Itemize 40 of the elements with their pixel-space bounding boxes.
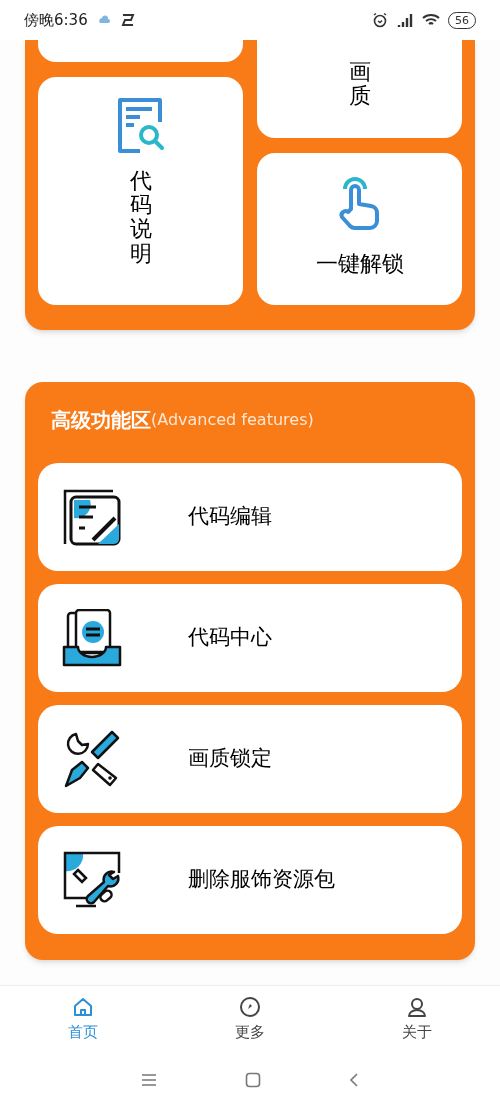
tile[interactable]: 代码说明 [38, 77, 243, 305]
menu-icon[interactable] [141, 1072, 157, 1087]
feature-row[interactable]: 代码编辑 [38, 463, 462, 571]
feature-label: 画质锁定 [188, 745, 272, 773]
feature-label: 删除服饰资源包 [188, 866, 335, 894]
back-icon[interactable] [349, 1071, 359, 1088]
tile[interactable]: 画质 [257, 40, 462, 138]
status-time: 傍晚6:36 [24, 9, 88, 31]
nav-label: 关于 [401, 1022, 432, 1044]
alarm-icon [372, 12, 388, 28]
nav-tab[interactable]: 首页 [0, 986, 167, 1060]
nav-label: 首页 [68, 1022, 99, 1044]
nav-tab[interactable]: 关于 [333, 986, 500, 1060]
user-icon [405, 996, 428, 1019]
nav-tab[interactable]: 更多 [166, 986, 334, 1060]
nav-label: 更多 [235, 1022, 265, 1044]
tile-label: 一键解锁 [315, 250, 404, 278]
cloud-icon [97, 14, 110, 26]
section-subtitle: (Advanced features) [151, 408, 314, 431]
tile-label: 画质 [348, 60, 371, 111]
tile-label: 代码说明 [129, 169, 152, 266]
feature-label: 代码编辑 [188, 503, 272, 531]
feature-row[interactable]: 画质锁定 [38, 705, 462, 813]
feature-row[interactable]: 删除服饰资源包 [38, 826, 462, 934]
wifi-icon [422, 13, 440, 27]
section-title: 高级功能区 [51, 406, 151, 434]
feature-label: 代码中心 [188, 624, 272, 652]
edit-document-icon [62, 488, 122, 546]
home-square-icon[interactable] [245, 1071, 261, 1088]
signal-icon [396, 12, 414, 28]
document-search-icon [115, 97, 166, 155]
home-icon [72, 996, 95, 1019]
app-notification-icon [119, 13, 136, 27]
wrench-screwdriver-icon [62, 730, 122, 788]
feature-row[interactable]: 代码中心 [38, 584, 462, 692]
monitor-wrench-icon [62, 850, 122, 910]
tile[interactable]: 一键解锁 [257, 153, 462, 305]
compass-icon [239, 996, 261, 1019]
tile[interactable] [38, 40, 243, 62]
document-tray-icon [62, 609, 122, 667]
